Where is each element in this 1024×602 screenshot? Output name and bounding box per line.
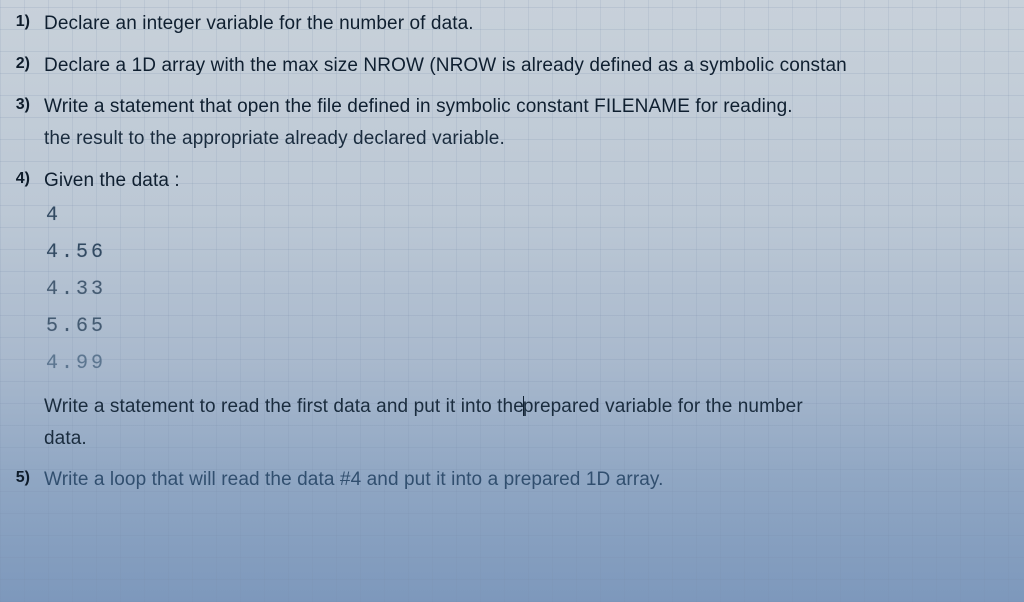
question-text: Write a statement that open the file def…	[30, 94, 793, 120]
question-3-cont: the result to the appropriate already de…	[0, 123, 1024, 155]
question-text: Write a loop that will read the data #4 …	[30, 467, 663, 493]
text-cursor	[523, 396, 524, 416]
question-1: 1) Declare an integer variable for the n…	[0, 8, 1024, 40]
question-text: Declare an integer variable for the numb…	[30, 11, 474, 37]
question-text-cont: the result to the appropriate already de…	[30, 126, 505, 152]
data-value: 5.65	[46, 315, 106, 338]
question-number: 2)	[2, 53, 30, 79]
data-value: 4.99	[46, 352, 106, 375]
data-value: 4.56	[46, 241, 106, 264]
question-4-tail2: data.	[0, 423, 1024, 455]
question-text-tail: Write a statement to read the first data…	[30, 392, 803, 420]
worksheet-page: 1) Declare an integer variable for the n…	[0, 0, 1024, 602]
question-text: Declare a 1D array with the max size NRO…	[30, 53, 847, 79]
question-4-tail: Write a statement to read the first data…	[0, 389, 1024, 423]
question-4: 4) Given the data :	[0, 165, 1024, 197]
question-number: 1)	[2, 11, 30, 37]
data-value: 4.33	[46, 278, 106, 301]
question-number: 4)	[2, 168, 30, 194]
question-5: 5) Write a loop that will read the data …	[0, 464, 1024, 496]
question-text: Given the data :	[30, 168, 180, 194]
data-value: 4	[46, 204, 61, 227]
question-number: 5)	[2, 467, 30, 493]
question-2: 2) Declare a 1D array with the max size …	[0, 50, 1024, 82]
data-listing: 4 4.56 4.33 5.65 4.99	[0, 204, 1024, 375]
question-number: 3)	[2, 94, 30, 120]
question-3: 3) Write a statement that open the file …	[0, 91, 1024, 123]
question-text-tail2: data.	[30, 426, 87, 452]
